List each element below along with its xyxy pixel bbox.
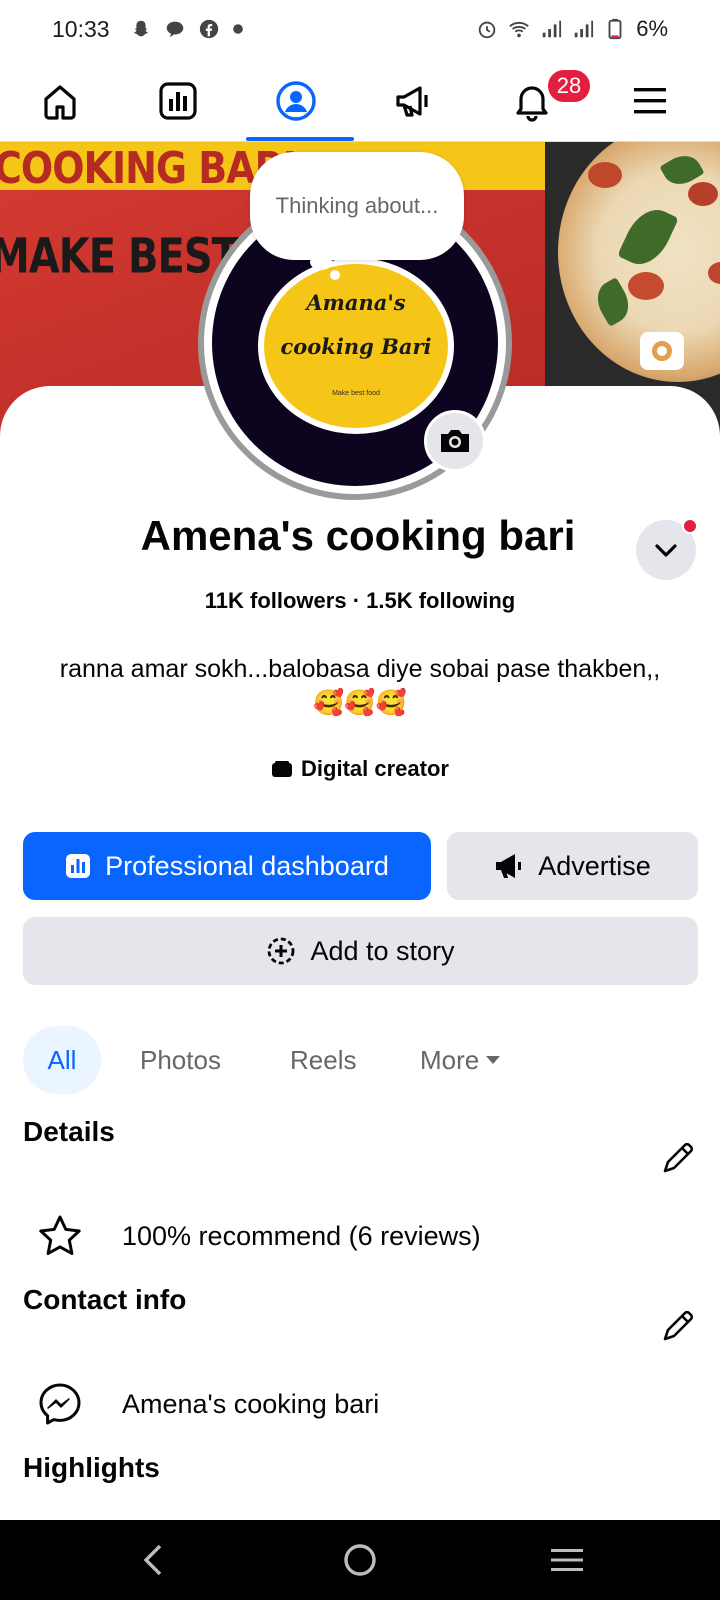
camera-icon [441,430,469,452]
battery-icon [608,18,622,40]
alarm-icon [478,21,496,39]
home-circle-icon [344,1544,376,1576]
tab-more[interactable]: More [420,1026,501,1094]
follower-stats[interactable]: 11K followers · 1.5K following [0,588,720,614]
avatar-logo-line1: Amana's [306,290,406,315]
recents-button[interactable] [527,1520,607,1600]
megaphone-icon [496,854,522,878]
tab-more-label: More [420,1044,480,1075]
contact-messenger-row[interactable]: Amena's cooking bari [36,1380,379,1428]
thought-bubble[interactable]: Thinking about... [250,152,464,260]
highlights-title: Highlights [23,1452,160,1483]
avatar-logo-tagline: Make best food [332,390,380,397]
snapchat-icon [133,20,149,37]
top-navigation: 28 [0,60,720,142]
status-notification-icons [130,18,244,40]
profile-bio: ranna amar sokh...balobasa diye sobai pa… [20,652,700,720]
thought-bubble-tail [330,270,340,280]
details-recommend-row: 100% recommend (6 reviews) [36,1212,481,1260]
thought-bubble-tail [310,254,332,270]
bio-emojis: 🥰🥰🥰 [313,689,407,717]
home-icon [44,85,76,120]
profile-name: Amena's cooking bari [140,512,576,559]
system-navigation-bar [0,1520,720,1600]
nav-dashboard[interactable] [128,60,228,142]
professional-dashboard-button[interactable]: Professional dashboard [23,832,431,900]
active-tab-indicator [246,137,354,141]
tab-reels[interactable]: Reels [290,1026,356,1094]
dot-icon [233,24,243,34]
star-icon [39,1215,81,1255]
signal-icon [542,20,562,38]
edit-avatar-button[interactable] [424,410,486,472]
new-indicator-dot [682,518,698,534]
tab-all[interactable]: All [23,1026,101,1094]
signal-icon [574,20,594,38]
recommend-text: 100% recommend (6 reviews) [122,1220,481,1251]
nav-ads[interactable] [364,60,464,142]
professional-dashboard-label: Professional dashboard [105,850,389,881]
add-to-story-label: Add to story [310,935,455,966]
avatar-logo: Amana's cooking Bari Make best food [258,258,454,434]
nav-menu[interactable] [600,60,700,142]
home-button[interactable] [320,1520,400,1600]
category-label: Digital creator [301,756,449,781]
nav-profile[interactable] [246,60,346,142]
profile-category: Digital creator [0,756,720,782]
messenger-icon [39,1383,81,1425]
dashboard-icon [159,82,197,120]
avatar-logo-line2: cooking Bari [280,334,432,359]
edit-details-icon[interactable] [658,1138,698,1178]
facebook-icon [199,19,219,39]
profile-tabs: All Photos Reels More [23,1026,703,1094]
wifi-icon [509,21,529,38]
tab-photos[interactable]: Photos [140,1026,221,1094]
edit-contact-icon[interactable] [658,1306,698,1346]
chevron-down-icon [655,544,677,557]
advertise-button[interactable]: Advertise [447,832,698,900]
notification-badge: 28 [546,68,592,104]
add-story-icon [268,937,295,965]
details-title: Details [23,1116,115,1147]
dashboard-icon [66,854,91,878]
camera-icon [652,341,672,361]
status-bar: 10:33 6% [0,0,720,60]
contact-info-title: Contact info [23,1284,187,1315]
recents-icon [551,1549,583,1571]
megaphone-icon [396,86,428,117]
nav-home[interactable] [10,60,110,142]
advertise-label: Advertise [538,850,651,881]
bio-text: ranna amar sokh...balobasa diye sobai pa… [59,655,661,683]
messenger-name: Amena's cooking bari [122,1388,380,1419]
battery-percent: 6% [636,16,668,41]
caret-down-icon [486,1056,501,1064]
edit-cover-button[interactable] [640,332,684,370]
add-to-story-button[interactable]: Add to story [23,917,698,985]
menu-icon [634,88,666,114]
back-icon [143,1544,162,1576]
back-button[interactable] [113,1520,193,1600]
clapperboard-icon [272,761,293,777]
profile-icon [276,81,316,121]
chat-icon [166,21,184,38]
status-time: 10:33 [52,16,110,42]
status-system-icons: 6% [476,16,668,42]
